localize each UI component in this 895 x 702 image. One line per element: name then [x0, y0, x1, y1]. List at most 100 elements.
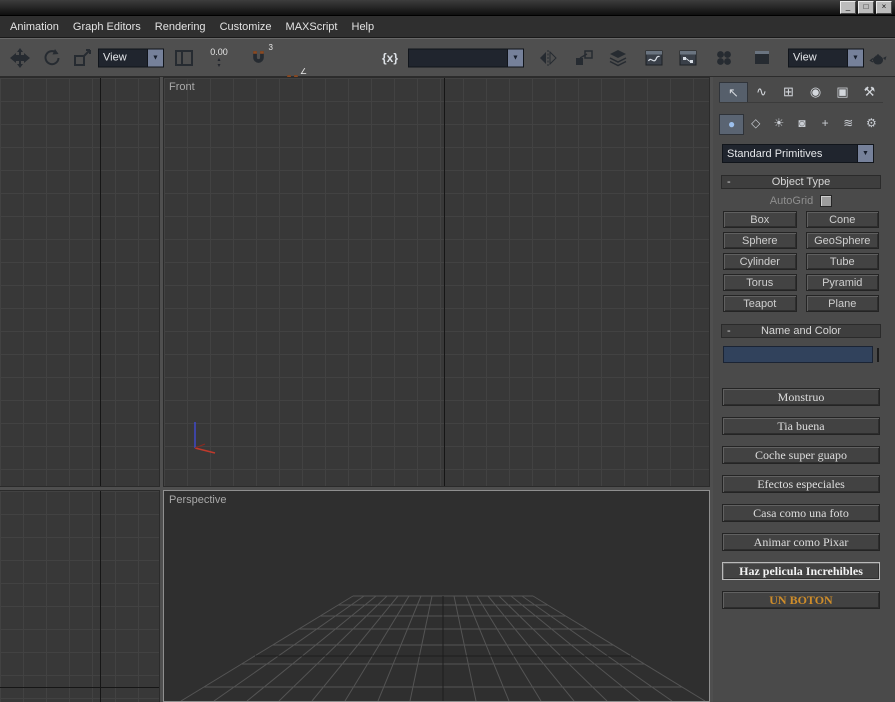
- sphere-button[interactable]: Sphere: [723, 232, 797, 249]
- teapot-button[interactable]: Teapot: [723, 295, 797, 312]
- box-button[interactable]: Box: [723, 211, 797, 228]
- custom-script-buttons: Monstruo Tia buena Coche super guapo Efe…: [722, 388, 880, 609]
- rollout-title: Name and Color: [760, 325, 842, 337]
- layers-icon: [609, 49, 627, 66]
- rotate-button[interactable]: [40, 46, 64, 70]
- material-editor-button[interactable]: [712, 46, 736, 70]
- casa-como-una-foto-button[interactable]: Casa como una foto: [722, 504, 880, 522]
- close-button[interactable]: ×: [876, 1, 892, 14]
- monstruo-button[interactable]: Monstruo: [722, 388, 880, 406]
- tab-display-icon[interactable]: ▣: [829, 82, 856, 102]
- object-name-field[interactable]: [723, 346, 873, 363]
- subcategory-value: Standard Primitives: [727, 147, 823, 160]
- primitive-buttons: Box Cone Sphere GeoSphere Cylinder Tube …: [723, 211, 879, 312]
- move-icon: [10, 47, 30, 68]
- category-helpers-icon[interactable]: +: [814, 114, 837, 135]
- cylinder-button[interactable]: Cylinder: [723, 253, 797, 270]
- menu-graph-editors[interactable]: Graph Editors: [66, 17, 148, 37]
- curve-editor-button[interactable]: [642, 46, 666, 70]
- offset-spinner[interactable]: 0.00 ▴ ▾: [202, 47, 236, 69]
- menu-rendering[interactable]: Rendering: [148, 17, 213, 37]
- axis-line: [100, 78, 101, 486]
- material-editor-icon: [717, 50, 731, 65]
- haz-pelicula-increhibles-button[interactable]: Haz pelicula Increhibles: [722, 562, 880, 580]
- named-selection-sets-combo[interactable]: ▼: [408, 48, 524, 67]
- un-boton-button[interactable]: UN BOTON: [722, 591, 880, 609]
- menu-customize[interactable]: Customize: [213, 17, 279, 37]
- magnet-icon: [252, 51, 264, 63]
- viewport-left-bottom[interactable]: [0, 490, 160, 702]
- tab-create-icon[interactable]: ↖: [719, 82, 748, 102]
- category-geometry-icon[interactable]: ●: [719, 114, 745, 135]
- autogrid-checkbox[interactable]: [820, 195, 833, 207]
- tube-button[interactable]: Tube: [805, 253, 879, 270]
- spinner-arrows-icon[interactable]: ▴ ▾: [217, 57, 220, 69]
- tia-buena-button[interactable]: Tia buena: [722, 417, 880, 435]
- viewport-left-top[interactable]: [0, 77, 160, 487]
- axis-line: [100, 491, 101, 702]
- reference-coordinate-combo[interactable]: View ▼: [98, 48, 164, 67]
- category-systems-icon[interactable]: ⚙: [860, 114, 883, 135]
- cone-button[interactable]: Cone: [805, 211, 879, 228]
- mirror-icon: [540, 49, 557, 66]
- pyramid-button[interactable]: Pyramid: [805, 274, 879, 291]
- rotate-icon: [44, 48, 60, 65]
- collapse-icon: -: [727, 325, 731, 337]
- category-cameras-icon[interactable]: ◙: [790, 114, 813, 135]
- dropdown-arrow-icon[interactable]: ▼: [147, 49, 163, 66]
- render-setup-icon: [755, 50, 769, 64]
- tab-utilities-icon[interactable]: ⚒: [856, 82, 883, 102]
- category-space-warps-icon[interactable]: ≋: [837, 114, 860, 135]
- minimize-button[interactable]: _: [840, 1, 856, 14]
- reference-coordinate-value: View: [103, 51, 127, 64]
- selection-set-brackets[interactable]: {x}: [382, 51, 398, 65]
- subcategory-dropdown[interactable]: Standard Primitives ▼: [722, 144, 874, 163]
- autogrid-label: AutoGrid: [769, 195, 814, 207]
- align-button[interactable]: [572, 46, 596, 70]
- dropdown-arrow-icon[interactable]: ▼: [857, 145, 873, 162]
- mirror-button[interactable]: [536, 46, 560, 70]
- quick-render-button[interactable]: [866, 46, 890, 70]
- name-color-row: [723, 346, 879, 363]
- title-bar[interactable]: _ □ ×: [0, 0, 895, 16]
- rollout-name-and-color[interactable]: - Name and Color: [721, 324, 881, 338]
- dropdown-arrow-icon[interactable]: ▼: [847, 49, 863, 66]
- menu-help[interactable]: Help: [345, 17, 382, 37]
- animar-como-pixar-button[interactable]: Animar como Pixar: [722, 533, 880, 551]
- tab-modify-icon[interactable]: ∿: [748, 82, 775, 102]
- angle-snap-badge: ∠: [299, 66, 307, 76]
- object-color-swatch[interactable]: [877, 347, 879, 362]
- layer-manager-button[interactable]: [606, 46, 630, 70]
- rollout-object-type[interactable]: - Object Type: [721, 175, 881, 189]
- snap-toggle-button[interactable]: 3: [246, 43, 273, 70]
- coche-super-guapo-button[interactable]: Coche super guapo: [722, 446, 880, 464]
- schematic-view-button[interactable]: [676, 46, 700, 70]
- move-button[interactable]: [8, 46, 32, 70]
- rollout-title: Object Type: [771, 176, 831, 188]
- axis-tripod-icon: [194, 422, 216, 454]
- plane-button[interactable]: Plane: [805, 295, 879, 312]
- create-categories: ● ◇ ☀ ◙ + ≋ ⚙: [719, 114, 883, 135]
- dropdown-arrow-icon[interactable]: ▼: [507, 49, 523, 66]
- efectos-especiales-button[interactable]: Efectos especiales: [722, 475, 880, 493]
- command-panel: ↖ ∿ ⊞ ◉ ▣ ⚒ ● ◇ ☀ ◙ + ≋ ⚙ Standard Primi…: [713, 77, 895, 702]
- command-panel-tabs: ↖ ∿ ⊞ ◉ ▣ ⚒: [719, 82, 883, 103]
- tab-motion-icon[interactable]: ◉: [802, 82, 829, 102]
- main-toolbar: View ▼ 0.00 ▴ ▾ 3 ∠ {x} ▼ View ▼: [0, 38, 895, 135]
- category-lights-icon[interactable]: ☀: [767, 114, 790, 135]
- restore-button[interactable]: □: [858, 1, 874, 14]
- torus-button[interactable]: Torus: [723, 274, 797, 291]
- tab-hierarchy-icon[interactable]: ⊞: [775, 82, 802, 102]
- geosphere-button[interactable]: GeoSphere: [805, 232, 879, 249]
- viewport-front[interactable]: Front: [163, 77, 710, 487]
- render-view-combo[interactable]: View ▼: [788, 48, 864, 67]
- menu-maxscript[interactable]: MAXScript: [279, 17, 345, 37]
- scale-button[interactable]: [70, 46, 94, 70]
- render-setup-button[interactable]: [750, 46, 774, 70]
- category-shapes-icon[interactable]: ◇: [744, 114, 767, 135]
- menu-animation[interactable]: Animation: [3, 17, 66, 37]
- autogrid-row: AutoGrid: [721, 194, 881, 208]
- viewport-perspective[interactable]: Perspective: [163, 490, 710, 702]
- offset-spinner-value: 0.00: [210, 46, 228, 57]
- layout-button[interactable]: [172, 46, 196, 70]
